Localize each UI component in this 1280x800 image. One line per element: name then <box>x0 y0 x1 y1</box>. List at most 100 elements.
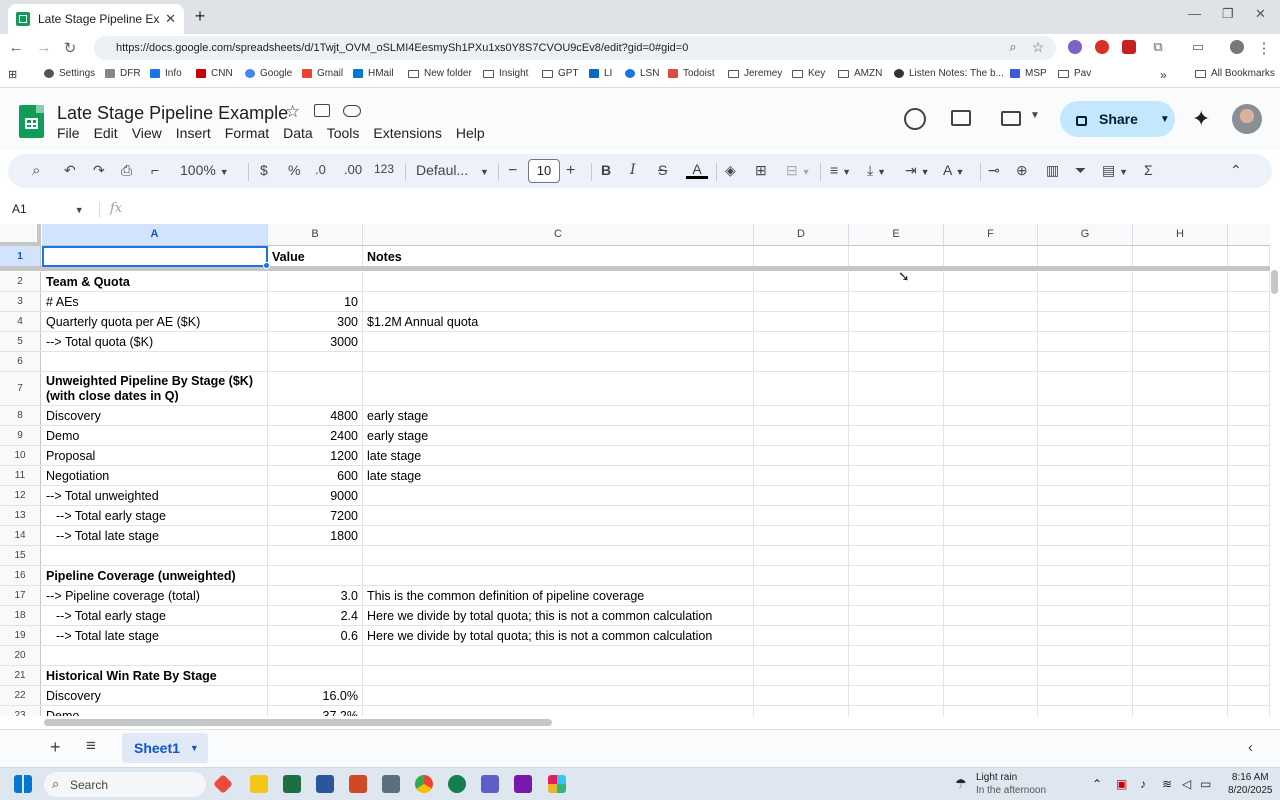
column-header-f[interactable]: F <box>944 224 1038 246</box>
row-header[interactable]: 21 <box>0 666 41 685</box>
cell-h13[interactable] <box>1133 506 1228 525</box>
menu-tools[interactable]: Tools <box>327 125 360 141</box>
row-header[interactable]: 3 <box>0 292 41 311</box>
cell-c12[interactable] <box>363 486 754 505</box>
percent-format-button[interactable]: % <box>288 162 300 178</box>
cell-d23[interactable] <box>754 706 849 716</box>
cell-f6[interactable] <box>944 352 1038 371</box>
cell-h23[interactable] <box>1133 706 1228 716</box>
all-sheets-icon[interactable]: ≡ <box>86 736 96 756</box>
cell-d3[interactable] <box>754 292 849 311</box>
column-header-e[interactable]: E <box>849 224 944 246</box>
row-header[interactable]: 8 <box>0 406 41 425</box>
back-icon[interactable]: ← <box>6 39 26 56</box>
tray-app-icon[interactable]: ▣ <box>1116 777 1127 791</box>
undo-icon[interactable]: ↶ <box>64 162 76 179</box>
cell-a20[interactable] <box>42 646 268 665</box>
cell-e17[interactable] <box>849 586 944 605</box>
cell-i9[interactable] <box>1228 426 1270 445</box>
cell-c21[interactable] <box>363 666 754 685</box>
cell-f21[interactable] <box>944 666 1038 685</box>
cell-h5[interactable] <box>1133 332 1228 351</box>
fill-handle[interactable] <box>263 262 270 269</box>
cell-g13[interactable] <box>1038 506 1133 525</box>
cell-c20[interactable] <box>363 646 754 665</box>
font-family-select[interactable]: Defaul... ▼ <box>416 162 489 178</box>
frozen-row-divider[interactable] <box>0 266 1270 271</box>
cell-b10[interactable]: 1200 <box>268 446 363 465</box>
cell-a7[interactable]: Unweighted Pipeline By Stage ($K) (with … <box>42 372 268 405</box>
bookmark-item[interactable]: Google <box>245 68 292 79</box>
cell-i21[interactable] <box>1228 666 1270 685</box>
minimize-icon[interactable]: — <box>1188 6 1201 21</box>
cell-e11[interactable] <box>849 466 944 485</box>
cell-f23[interactable] <box>944 706 1038 716</box>
cell-a17[interactable]: --> Pipeline coverage (total) <box>42 586 268 605</box>
row-header[interactable]: 1 <box>0 246 41 267</box>
cell-d19[interactable] <box>754 626 849 645</box>
cell-e14[interactable] <box>849 526 944 545</box>
horizontal-align-icon[interactable]: ≡ ▼ <box>830 162 851 178</box>
cell-e4[interactable] <box>849 312 944 331</box>
windows-start-icon[interactable] <box>14 775 32 793</box>
cell-d13[interactable] <box>754 506 849 525</box>
column-header-h[interactable]: H <box>1133 224 1228 246</box>
cell-a23[interactable]: Demo <box>42 706 268 716</box>
row-header[interactable]: 14 <box>0 526 41 545</box>
extensions-puzzle-icon[interactable]: ⧉ <box>1148 39 1168 55</box>
menu-view[interactable]: View <box>132 125 162 141</box>
cell-i22[interactable] <box>1228 686 1270 705</box>
row-header[interactable]: 11 <box>0 466 41 485</box>
cell-a14[interactable]: --> Total late stage <box>42 526 268 545</box>
bookmark-item[interactable]: Listen Notes: The b... <box>894 68 1004 79</box>
insert-chart-icon[interactable]: ▥ <box>1046 162 1059 179</box>
font-size-input[interactable]: 10 <box>528 159 560 183</box>
filter-views-icon[interactable]: ▤ ▼ <box>1102 162 1128 179</box>
cell-i2[interactable] <box>1228 272 1270 291</box>
cell-h15[interactable] <box>1133 546 1228 565</box>
cell-h12[interactable] <box>1133 486 1228 505</box>
cell-a19[interactable]: --> Total late stage <box>42 626 268 645</box>
cell-d1[interactable] <box>754 246 849 267</box>
cell-e22[interactable] <box>849 686 944 705</box>
cell-g5[interactable] <box>1038 332 1133 351</box>
cell-g17[interactable] <box>1038 586 1133 605</box>
cell-h16[interactable] <box>1133 566 1228 585</box>
cell-i7[interactable] <box>1228 372 1270 405</box>
cell-b13[interactable]: 7200 <box>268 506 363 525</box>
cell-a4[interactable]: Quarterly quota per AE ($K) <box>42 312 268 331</box>
cell-h17[interactable] <box>1133 586 1228 605</box>
select-all-corner[interactable] <box>0 224 41 246</box>
insert-link-icon[interactable]: ⊸ <box>988 162 1000 179</box>
version-history-icon[interactable] <box>904 108 926 130</box>
cell-g12[interactable] <box>1038 486 1133 505</box>
cell-f2[interactable] <box>944 272 1038 291</box>
cell-b7[interactable] <box>268 372 363 405</box>
cell-a16[interactable]: Pipeline Coverage (unweighted) <box>42 566 268 585</box>
cell-e7[interactable] <box>849 372 944 405</box>
cell-i5[interactable] <box>1228 332 1270 351</box>
cell-c16[interactable] <box>363 566 754 585</box>
column-header-d[interactable]: D <box>754 224 849 246</box>
add-sheet-icon[interactable]: + <box>50 737 61 758</box>
new-tab-icon[interactable]: + <box>190 6 210 27</box>
cell-d18[interactable] <box>754 606 849 625</box>
merge-cells-icon[interactable]: ⊟ ▼ <box>786 162 811 179</box>
cell-g20[interactable] <box>1038 646 1133 665</box>
cell-h21[interactable] <box>1133 666 1228 685</box>
borders-icon[interactable]: ⊞ <box>755 162 767 179</box>
cell-b2[interactable] <box>268 272 363 291</box>
row-header[interactable]: 17 <box>0 586 41 605</box>
cell-d4[interactable] <box>754 312 849 331</box>
row-header[interactable]: 13 <box>0 506 41 525</box>
cell-e10[interactable] <box>849 446 944 465</box>
cell-c15[interactable] <box>363 546 754 565</box>
cell-i16[interactable] <box>1228 566 1270 585</box>
text-wrapping-icon[interactable]: ⇥ ▼ <box>905 162 930 179</box>
cell-g3[interactable] <box>1038 292 1133 311</box>
bookmark-item[interactable]: Info <box>150 68 182 79</box>
cell-i10[interactable] <box>1228 446 1270 465</box>
text-color-icon[interactable]: A <box>686 162 708 179</box>
bookmark-item[interactable]: HMail <box>353 68 394 79</box>
battery-icon[interactable]: ▭ <box>1200 777 1211 791</box>
